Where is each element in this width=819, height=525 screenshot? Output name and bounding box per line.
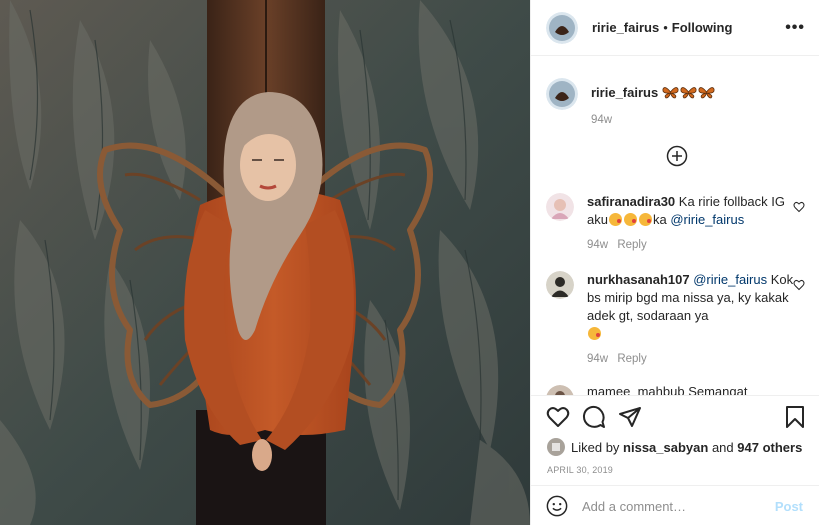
- likes-prefix: Liked by: [571, 439, 620, 455]
- plus-circle-icon[interactable]: [666, 145, 688, 167]
- liker-avatar: [547, 438, 565, 456]
- post-photo[interactable]: [0, 0, 530, 525]
- caption-username[interactable]: ririe_fairus: [591, 85, 658, 100]
- caption-emojis: [662, 85, 716, 100]
- caption-meta: 94w: [591, 111, 805, 129]
- caption-timestamp: 94w: [591, 114, 613, 126]
- post-image: [0, 0, 530, 525]
- wink-kiss-emoji-icon: [638, 213, 652, 226]
- bookmark-icon[interactable]: [783, 405, 807, 429]
- comment-meta: 94w Reply: [587, 350, 805, 368]
- post-actions: Liked by nissa_sabyan and 947 others APR…: [531, 395, 819, 525]
- comment-text: Semangat: [688, 385, 748, 395]
- post-side-panel: ririe_fairus • Following ••• ririe_fairu…: [530, 0, 819, 525]
- butterfly-emoji-icon: [662, 87, 679, 99]
- liker-username[interactable]: nissa_sabyan: [623, 440, 708, 455]
- comment-mention[interactable]: @ririe_fairus: [693, 272, 767, 287]
- comment-like-heart-icon[interactable]: [793, 279, 805, 291]
- caption: ririe_fairus 94w: [546, 78, 805, 129]
- comment-input[interactable]: [582, 498, 775, 514]
- comment-like-heart-icon[interactable]: [793, 201, 805, 213]
- comment-meta: 94w Reply: [587, 236, 805, 254]
- post-date[interactable]: APRIL 30, 2019: [547, 465, 613, 475]
- add-comment-bar: Post: [531, 485, 819, 525]
- comment-username[interactable]: mamee_mahbub: [587, 385, 685, 395]
- likes-others-count[interactable]: 947 others: [737, 440, 802, 455]
- comment-mention[interactable]: @ririe_fairus: [670, 212, 744, 227]
- comment-text-suffix: ka: [652, 212, 667, 227]
- wink-kiss-emoji-icon: [623, 213, 637, 226]
- comment-username[interactable]: safiranadira30: [587, 194, 675, 209]
- more-options-icon[interactable]: •••: [785, 19, 805, 36]
- author-avatar[interactable]: [546, 11, 578, 44]
- reply-button[interactable]: Reply: [617, 239, 646, 251]
- instagram-post-view: ririe_fairus • Following ••• ririe_fairu…: [0, 0, 819, 525]
- comment-icon[interactable]: [582, 405, 606, 429]
- wink-kiss-emoji-icon: [608, 213, 622, 226]
- post-header: ririe_fairus • Following •••: [531, 0, 819, 56]
- separator-dot: •: [663, 20, 668, 35]
- smiley-icon[interactable]: [546, 495, 568, 517]
- comment-timestamp: 94w: [587, 239, 609, 251]
- post-comment-button[interactable]: Post: [775, 499, 803, 514]
- paper-plane-icon[interactable]: [618, 405, 642, 429]
- comments-section: ririe_fairus 94w safiranadira30 Ka ririe…: [531, 57, 819, 395]
- heart-icon[interactable]: [546, 405, 570, 429]
- action-icons-row: [546, 405, 807, 431]
- likes-and: and: [711, 439, 734, 455]
- reply-button[interactable]: Reply: [617, 353, 646, 365]
- author-username[interactable]: ririe_fairus: [592, 20, 659, 35]
- commenter-avatar[interactable]: [546, 385, 574, 395]
- follow-status-button[interactable]: Following: [672, 20, 733, 35]
- butterfly-emoji-icon: [698, 87, 715, 99]
- comment-timestamp: 94w: [587, 353, 609, 365]
- comment-username[interactable]: nurkhasanah107: [587, 272, 690, 287]
- comment-item: nurkhasanah107 @ririe_fairus Kok bs miri…: [546, 271, 805, 368]
- comment-item: safiranadira30 Ka ririe follback IG aku k…: [546, 193, 805, 254]
- commenter-avatar[interactable]: [546, 271, 574, 299]
- caption-author-avatar[interactable]: [546, 78, 578, 110]
- likes-summary[interactable]: Liked by nissa_sabyan and 947 others: [547, 438, 802, 456]
- commenter-avatar[interactable]: [546, 193, 574, 221]
- butterfly-emoji-icon: [680, 87, 697, 99]
- comment-item-partial: mamee_mahbub Semangat: [546, 385, 805, 395]
- wink-kiss-emoji-icon: [588, 327, 601, 340]
